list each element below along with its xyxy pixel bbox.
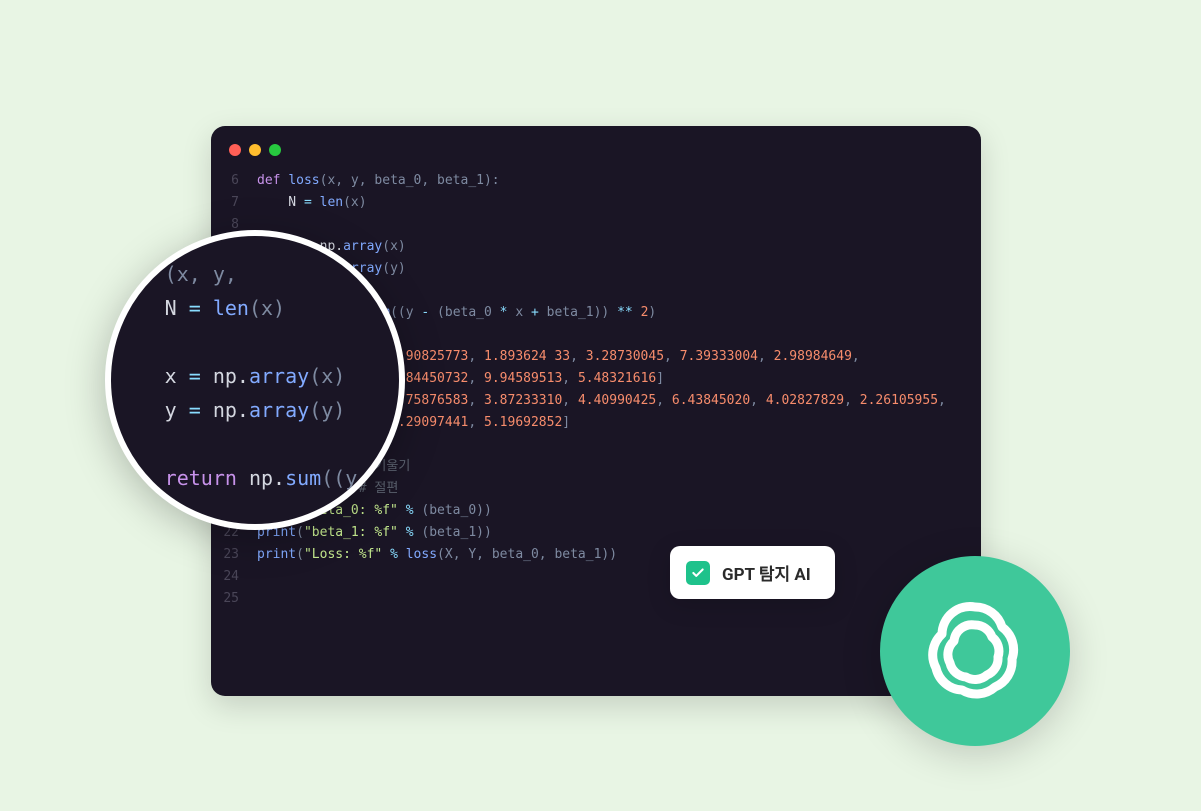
line-number: 25 bbox=[211, 588, 257, 610]
window-controls bbox=[211, 144, 981, 170]
zoom-icon[interactable] bbox=[269, 144, 281, 156]
line-source bbox=[257, 214, 981, 236]
check-icon bbox=[686, 561, 710, 585]
minimize-icon[interactable] bbox=[249, 144, 261, 156]
line-number: 23 bbox=[211, 544, 257, 566]
code-line: 22print("beta_1: %f" % (beta_1)) bbox=[211, 522, 981, 544]
badge-label: GPT 탐지 AI bbox=[722, 560, 811, 585]
line-source: print("beta_1: %f" % (beta_1)) bbox=[257, 522, 981, 544]
line-source: print("beta_0: %f" % (beta_0)) bbox=[257, 500, 981, 522]
line-number: 7 bbox=[211, 192, 257, 214]
line-source: y = np.array(y) bbox=[257, 258, 981, 280]
magnified-code: (x, y, N = len(x) x = np.array(x)y = np.… bbox=[165, 257, 358, 495]
line-source: print("Loss: %f" % loss(X, Y, beta_0, be… bbox=[257, 544, 981, 566]
code-line: 6def loss(x, y, beta_0, beta_1): bbox=[211, 170, 981, 192]
close-icon[interactable] bbox=[229, 144, 241, 156]
line-source: N = len(x) bbox=[257, 192, 981, 214]
line-source: def loss(x, y, beta_0, beta_1): bbox=[257, 170, 981, 192]
detection-badge: GPT 탐지 AI bbox=[670, 546, 835, 599]
line-source bbox=[257, 588, 981, 610]
line-source bbox=[257, 566, 981, 588]
code-line: 8 bbox=[211, 214, 981, 236]
openai-knot-icon bbox=[915, 591, 1035, 711]
code-line: 23print("Loss: %f" % loss(X, Y, beta_0, … bbox=[211, 544, 981, 566]
magnifier-lens: (x, y, N = len(x) x = np.array(x)y = np.… bbox=[105, 230, 405, 530]
code-line: 7 N = len(x) bbox=[211, 192, 981, 214]
line-number: 6 bbox=[211, 170, 257, 192]
code-line: 24 bbox=[211, 566, 981, 588]
line-source: x = np.array(x) bbox=[257, 236, 981, 258]
line-number: 24 bbox=[211, 566, 257, 588]
code-line: 25 bbox=[211, 588, 981, 610]
openai-logo bbox=[880, 556, 1070, 746]
